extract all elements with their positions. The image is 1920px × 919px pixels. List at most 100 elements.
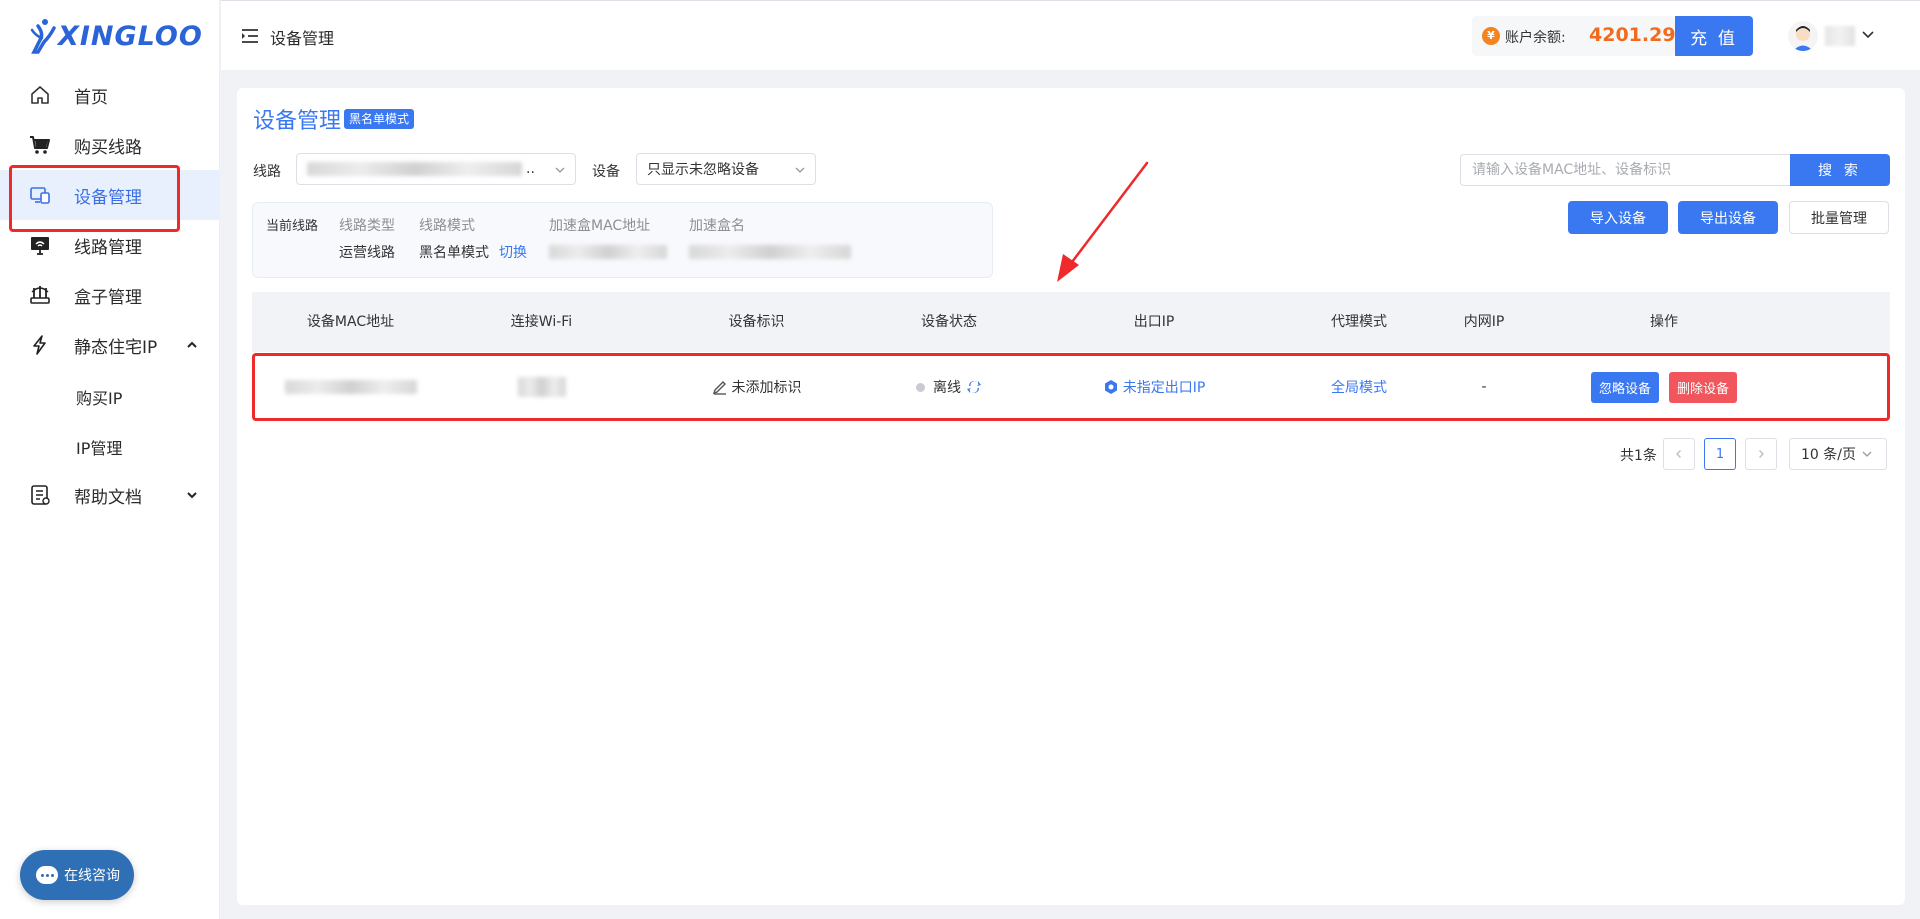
cell-lan-ip: - xyxy=(1429,353,1539,421)
device-filter-value: 只显示未忽略设备 xyxy=(647,162,759,178)
wifi-redacted xyxy=(517,377,566,397)
export-devices-button[interactable]: 导出设备 xyxy=(1678,201,1778,234)
sidebar-item-label: 盒子管理 xyxy=(74,287,142,308)
sidebar-item-home[interactable]: 首页 xyxy=(0,70,220,120)
search-input[interactable] xyxy=(1460,154,1790,186)
mode-badge: 黑名单模式 xyxy=(344,109,415,129)
chevron-right-icon xyxy=(1759,450,1764,458)
sidebar-item-device-management[interactable]: 设备管理 xyxy=(0,170,220,220)
sidebar-item-help-docs[interactable]: 帮助文档 xyxy=(0,470,220,520)
import-devices-button[interactable]: 导入设备 xyxy=(1568,201,1668,234)
chevron-up-icon[interactable] xyxy=(182,335,202,355)
mac-redacted xyxy=(284,380,417,394)
brand-logo[interactable]: XINGLOO xyxy=(28,16,203,56)
home-icon xyxy=(31,86,49,104)
lightning-icon xyxy=(33,335,46,355)
online-chat-button[interactable]: 在线咨询 xyxy=(20,850,134,900)
box-name-label: 加速盒名 xyxy=(689,218,745,234)
chevron-down-icon xyxy=(555,167,565,173)
sidebar-item-label: 首页 xyxy=(74,87,108,108)
batch-manage-button[interactable]: 批量管理 xyxy=(1789,201,1889,234)
page-size-select[interactable]: 10 条/页 xyxy=(1789,438,1887,470)
monitor-icon xyxy=(31,237,49,255)
next-page-button[interactable] xyxy=(1745,438,1777,470)
avatar-icon xyxy=(1793,26,1813,51)
switch-mode-link[interactable]: 切换 xyxy=(499,242,527,262)
cell-mac xyxy=(252,353,449,421)
sidebar-item-buy-line[interactable]: 购买线路 xyxy=(0,120,220,170)
chevron-left-icon xyxy=(1676,450,1681,458)
current-line-label: 当前线路 xyxy=(266,219,319,234)
sidebar-item-static-ip[interactable]: 静态住宅IP xyxy=(0,320,220,370)
line-type-label: 线路类型 xyxy=(339,218,395,234)
sidebar-item-line-management[interactable]: 线路管理 xyxy=(0,220,220,270)
recharge-button[interactable]: 充 值 xyxy=(1675,16,1753,56)
col-header-mac: 设备MAC地址 xyxy=(306,314,395,330)
cell-exit-ip[interactable]: 未指定出口IP xyxy=(1019,353,1289,421)
cell-status: 离线 xyxy=(879,353,1019,421)
account-balance: ¥ 账户余额: 4201.29 xyxy=(1472,16,1676,56)
sidebar: XINGLOO 首页 购买线路 设备管理 线路管理 盒子管理 静态住宅IP 购买… xyxy=(0,0,220,919)
box-mac-redacted xyxy=(549,245,667,259)
cell-tag[interactable]: 未添加标识 xyxy=(634,353,879,421)
yen-coin-icon: ¥ xyxy=(1482,27,1500,45)
sidebar-subitem-ip-management[interactable]: IP管理 xyxy=(76,427,122,467)
menu-fold-icon[interactable] xyxy=(241,28,259,44)
device-filter-select[interactable]: 只显示未忽略设备 xyxy=(636,153,816,185)
balance-label: 账户余额: xyxy=(1505,30,1566,46)
brand-name: XINGLOO xyxy=(58,20,203,52)
username-redacted[interactable] xyxy=(1825,26,1855,46)
sidebar-item-label: 购买线路 xyxy=(74,137,142,158)
prev-page-button[interactable] xyxy=(1663,438,1695,470)
edit-pencil-icon xyxy=(712,381,726,395)
page-title: 设备管理 xyxy=(253,109,342,134)
sidebar-item-label: 静态住宅IP xyxy=(74,337,158,358)
delete-device-button[interactable]: 删除设备 xyxy=(1669,371,1738,403)
current-line-info: 当前线路 线路类型 运营线路 线路模式 黑名单模式 切换 加速盒MAC地址 加速… xyxy=(252,202,993,278)
chat-bubble-icon xyxy=(36,866,58,884)
lan-ip-value: - xyxy=(1481,379,1487,395)
cell-actions: 忽略设备 删除设备 xyxy=(1539,353,1789,421)
chevron-down-icon xyxy=(795,167,805,173)
sidebar-item-box-management[interactable]: 盒子管理 xyxy=(0,270,220,320)
router-icon xyxy=(30,286,50,304)
line-type-value: 运营线路 xyxy=(339,245,395,261)
search-button[interactable]: 搜 索 xyxy=(1790,154,1890,186)
ignore-device-button[interactable]: 忽略设备 xyxy=(1590,371,1659,403)
chat-button-label: 在线咨询 xyxy=(64,868,120,884)
cell-proxy-mode[interactable]: 全局模式 xyxy=(1289,353,1429,421)
annotation-arrow xyxy=(1057,161,1149,282)
sidebar-item-label: 线路管理 xyxy=(74,237,142,258)
sidebar-item-label: 帮助文档 xyxy=(74,487,142,508)
table-row: 未添加标识 离线 未指定出口IP 全局模式 - 忽略设备 删除设备 xyxy=(252,353,1890,421)
box-name-redacted xyxy=(689,245,851,259)
device-filter-label: 设备 xyxy=(592,164,620,180)
proxy-mode-link[interactable]: 全局模式 xyxy=(1331,377,1387,397)
line-select[interactable]: .. xyxy=(296,153,576,185)
status-text: 离线 xyxy=(933,380,961,396)
line-value-redacted xyxy=(307,162,522,176)
cell-wifi xyxy=(449,353,634,421)
main-card: 设备管理 黑名单模式 线路 .. 设备 只显示未忽略设备 搜 索 导入设备 导出… xyxy=(237,88,1905,905)
page-size-value: 10 条/页 xyxy=(1801,447,1856,463)
line-filter-label: 线路 xyxy=(253,164,281,180)
pagination-total: 共1条 xyxy=(1620,448,1657,464)
device-tag-text: 未添加标识 xyxy=(731,380,802,396)
top-header: 设备管理 ¥ 账户余额: 4201.29 充 值 xyxy=(221,0,1920,70)
cart-icon xyxy=(30,136,50,154)
chevron-down-icon[interactable] xyxy=(182,485,202,505)
avatar[interactable] xyxy=(1788,21,1818,51)
sidebar-subitem-buy-ip[interactable]: 购买IP xyxy=(76,377,122,417)
table-header: 设备MAC地址 连接Wi-Fi 设备标识 设备状态 出口IP 代理模式 内网IP… xyxy=(252,292,1890,352)
status-dot-icon xyxy=(916,382,925,392)
xingloo-logo-icon xyxy=(30,19,56,54)
header-title: 设备管理 xyxy=(270,29,335,48)
refresh-icon[interactable] xyxy=(966,379,982,395)
doc-icon xyxy=(31,485,50,505)
col-header-proxy-mode: 代理模式 xyxy=(1331,314,1387,330)
exit-ip-link[interactable]: 未指定出口IP xyxy=(1123,377,1206,397)
chevron-down-icon[interactable] xyxy=(1861,29,1875,41)
col-header-actions: 操作 xyxy=(1650,314,1678,330)
page-1-button[interactable]: 1 xyxy=(1704,438,1736,470)
sidebar-item-label: 设备管理 xyxy=(74,187,142,208)
